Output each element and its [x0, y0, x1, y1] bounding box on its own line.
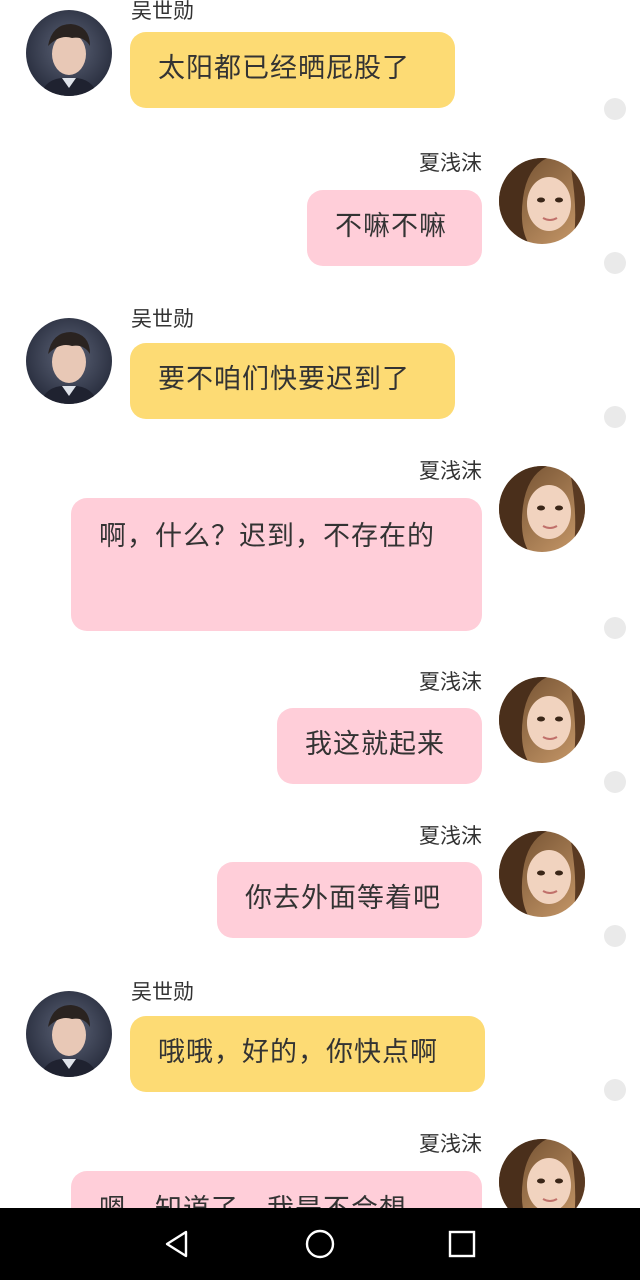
sender-name: 吴世勋: [131, 980, 194, 1004]
male-avatar[interactable]: [26, 991, 112, 1077]
female-avatar[interactable]: [499, 1139, 585, 1208]
male-avatar[interactable]: [26, 318, 112, 404]
message-bubble[interactable]: 啊，什么？迟到，不存在的: [71, 498, 482, 631]
system-nav-bar: [0, 1208, 640, 1280]
message-list[interactable]: 吴世勋 太阳都已经晒屁股了 夏浅沫 不嘛不嘛 吴世勋 要不咱们快要迟到了 夏浅沫…: [0, 0, 640, 1208]
message-bubble[interactable]: 不嘛不嘛: [307, 190, 482, 266]
home-button[interactable]: [300, 1224, 340, 1264]
status-dot: [604, 406, 626, 428]
message-bubble[interactable]: 哦哦，好的，你快点啊: [130, 1016, 485, 1092]
message-bubble[interactable]: 我这就起来: [277, 708, 482, 784]
back-button[interactable]: [158, 1224, 198, 1264]
status-dot: [604, 252, 626, 274]
message-bubble[interactable]: 嗯，知道了，我是不会想: [71, 1171, 482, 1208]
sender-name: 夏浅沫: [419, 670, 482, 694]
female-avatar[interactable]: [499, 158, 585, 244]
message-bubble[interactable]: 你去外面等着吧: [217, 862, 482, 938]
sender-name: 夏浅沫: [419, 151, 482, 175]
status-dot: [604, 1079, 626, 1101]
circle-home-icon: [305, 1229, 335, 1259]
female-avatar[interactable]: [499, 831, 585, 917]
status-dot: [604, 617, 626, 639]
status-dot: [604, 771, 626, 793]
female-avatar[interactable]: [499, 466, 585, 552]
male-avatar[interactable]: [26, 10, 112, 96]
triangle-back-icon: [165, 1230, 188, 1258]
square-recent-icon: [448, 1230, 476, 1258]
chat-screen: 吴世勋 太阳都已经晒屁股了 夏浅沫 不嘛不嘛 吴世勋 要不咱们快要迟到了 夏浅沫…: [0, 0, 640, 1280]
sender-name: 夏浅沫: [419, 824, 482, 848]
status-dot: [604, 925, 626, 947]
message-bubble[interactable]: 太阳都已经晒屁股了: [130, 32, 455, 108]
sender-name: 吴世勋: [131, 307, 194, 331]
recents-button[interactable]: [442, 1224, 482, 1264]
sender-name: 夏浅沫: [419, 459, 482, 483]
status-dot: [604, 98, 626, 120]
female-avatar[interactable]: [499, 677, 585, 763]
sender-name: 夏浅沫: [419, 1132, 482, 1156]
sender-name: 吴世勋: [131, 0, 194, 23]
message-bubble[interactable]: 要不咱们快要迟到了: [130, 343, 455, 419]
